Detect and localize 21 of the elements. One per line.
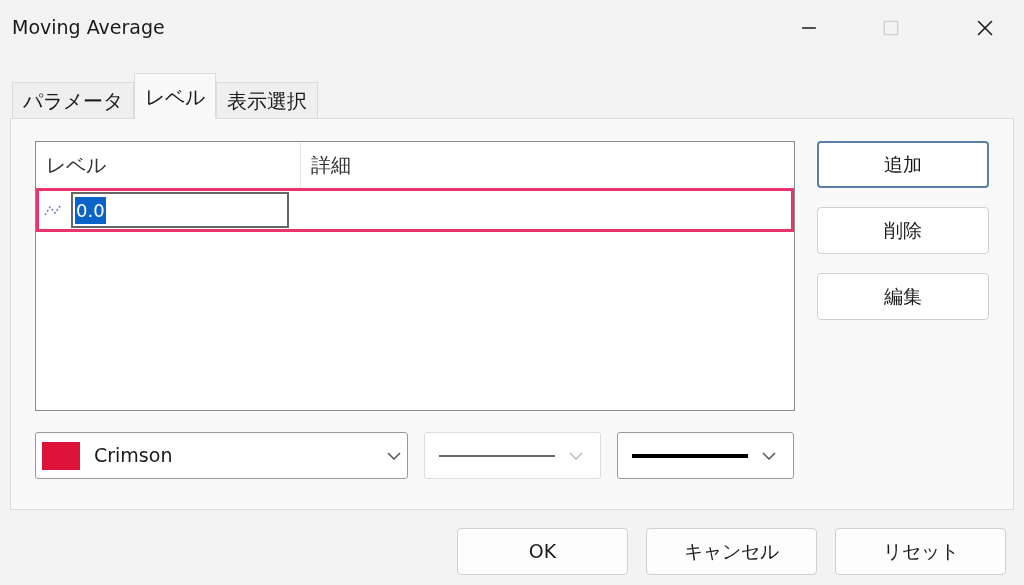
tab[interactable]: 表示選択 — [216, 82, 318, 118]
dialog-button[interactable]: リセット — [835, 528, 1006, 575]
line-sample-icon — [632, 452, 748, 459]
level-input-field[interactable]: 0.0 — [71, 192, 289, 228]
color-dropdown[interactable]: Crimson — [35, 432, 408, 479]
table-row[interactable]: 0.0 — [36, 188, 794, 232]
column-header[interactable]: レベル — [36, 142, 301, 188]
line-style-dropdown[interactable] — [617, 432, 794, 479]
side-button[interactable]: 削除 — [817, 207, 989, 254]
tab[interactable]: パラメータ — [12, 82, 134, 118]
chevron-icon — [762, 451, 776, 460]
chevron-icon — [387, 451, 401, 460]
column-header[interactable]: 詳細 — [301, 142, 794, 188]
chevron-icon — [569, 451, 583, 460]
line-sample-icon — [439, 452, 555, 459]
tab[interactable]: レベル — [134, 73, 216, 119]
dialog-button[interactable]: キャンセル — [646, 528, 817, 575]
window-title: Moving Average — [12, 15, 166, 41]
dialog-button[interactable]: OK — [457, 528, 628, 575]
side-button[interactable]: 編集 — [817, 273, 989, 320]
side-button[interactable]: 追加 — [817, 141, 989, 188]
